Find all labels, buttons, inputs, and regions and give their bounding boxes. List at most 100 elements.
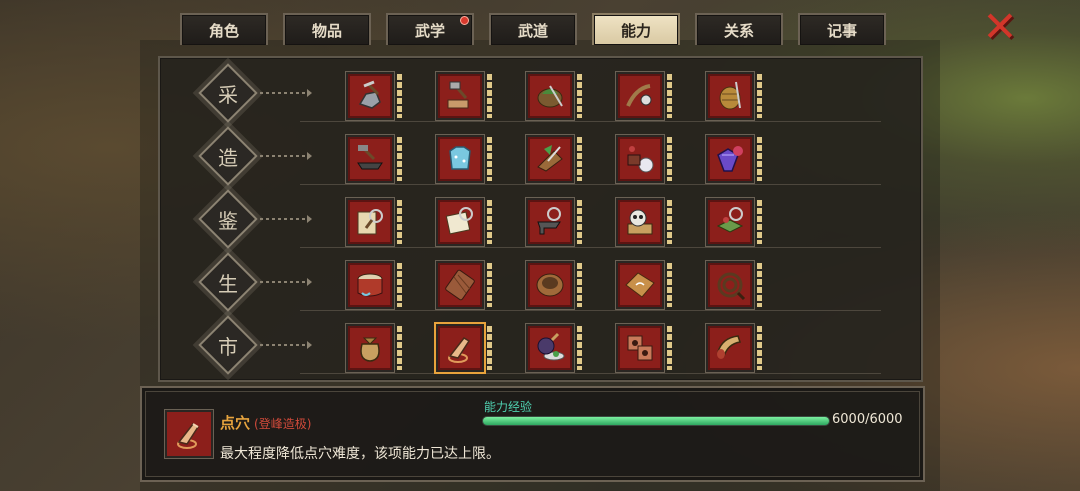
skill-slot[interactable] xyxy=(526,198,584,248)
skill-level-bar xyxy=(667,137,672,181)
skill-level-bar xyxy=(667,263,672,307)
fishing-icon xyxy=(616,72,664,120)
forging-icon xyxy=(346,135,394,183)
skill-level-bar xyxy=(577,200,582,244)
anvil-appraisal-icon xyxy=(526,198,574,246)
skill-slot[interactable] xyxy=(436,261,494,311)
skill-row: 鉴 xyxy=(160,188,921,250)
ability-grid-panel: 采造鉴生市 xyxy=(158,56,923,382)
skill-row: 市 xyxy=(160,314,921,376)
skill-description: 最大程度降低点穴难度，该项能力已达上限。 xyxy=(220,446,500,462)
skill-slot[interactable] xyxy=(706,72,764,122)
tab-label: 物品 xyxy=(311,21,342,40)
skill-row: 生 xyxy=(160,251,921,313)
exp-progress-fill xyxy=(483,417,829,425)
skull-appraisal-icon xyxy=(616,198,664,246)
acupoint-finger-icon xyxy=(436,324,484,372)
tab-5[interactable]: 关系 xyxy=(695,13,783,45)
gem-crafting-icon xyxy=(706,135,754,183)
category-label: 生 xyxy=(218,271,238,296)
skill-slot[interactable] xyxy=(706,261,764,311)
skill-slot[interactable] xyxy=(526,135,584,185)
tab-2[interactable]: 武学 xyxy=(386,13,474,45)
skill-slot[interactable] xyxy=(616,198,674,248)
skill-slot[interactable] xyxy=(436,135,494,185)
skill-slot[interactable] xyxy=(706,198,764,248)
skill-slot[interactable] xyxy=(436,324,494,374)
skill-level-bar xyxy=(397,263,402,307)
exp-progress-bar xyxy=(482,416,830,426)
skill-slot[interactable] xyxy=(346,324,404,374)
skill-level-bar xyxy=(667,74,672,118)
skill-row: 造 xyxy=(160,125,921,187)
document-appraisal-icon xyxy=(436,198,484,246)
skill-name: 点穴 xyxy=(220,414,251,432)
tab-label: 武学 xyxy=(414,21,445,40)
skill-level-bar xyxy=(487,74,492,118)
tailoring-icon xyxy=(436,135,484,183)
basket-icon xyxy=(526,261,574,309)
exp-value: 6000/6000 xyxy=(832,412,903,427)
tab-bar: 角色 物品 武学 武道 能力 关系 记事 xyxy=(180,13,886,45)
skill-slot[interactable] xyxy=(526,324,584,374)
skill-level-bar xyxy=(757,263,762,307)
skill-level-bar xyxy=(397,137,402,181)
skill-slot[interactable] xyxy=(346,72,404,122)
skill-slot[interactable] xyxy=(706,135,764,185)
horn-icon xyxy=(706,324,754,372)
category-label: 造 xyxy=(218,145,238,170)
dotted-arrow xyxy=(260,341,312,349)
drum-icon xyxy=(346,261,394,309)
skill-level-bar xyxy=(757,326,762,370)
chopping-board-icon xyxy=(436,261,484,309)
skill-slot[interactable] xyxy=(526,72,584,122)
whip-icon xyxy=(706,261,754,309)
skill-title: 点穴 (登峰造极) xyxy=(220,412,311,433)
tab-1[interactable]: 物品 xyxy=(283,13,371,45)
skill-slot[interactable] xyxy=(706,324,764,374)
scroll-appraisal-icon xyxy=(346,198,394,246)
skill-level-bar xyxy=(667,200,672,244)
skill-slot[interactable] xyxy=(616,324,674,374)
money-bag-icon xyxy=(346,324,394,372)
woodcutting-icon xyxy=(436,72,484,120)
skill-slot[interactable] xyxy=(616,135,674,185)
tab-4[interactable]: 能力 xyxy=(592,13,680,45)
item-appraisal-icon xyxy=(706,198,754,246)
dotted-arrow xyxy=(260,89,312,97)
skill-level-bar xyxy=(487,263,492,307)
close-x-icon[interactable]: ✕ xyxy=(980,6,1020,48)
skill-level-bar xyxy=(577,137,582,181)
skill-rank: (登峰造极) xyxy=(254,417,312,431)
skill-slot[interactable] xyxy=(616,72,674,122)
skill-level-bar xyxy=(577,263,582,307)
skill-slot[interactable] xyxy=(526,261,584,311)
tab-0[interactable]: 角色 xyxy=(180,13,268,45)
tab-3[interactable]: 武道 xyxy=(489,13,577,45)
category-label: 采 xyxy=(218,82,238,107)
skill-slot[interactable] xyxy=(436,72,494,122)
skill-slot[interactable] xyxy=(436,198,494,248)
skill-level-bar xyxy=(487,326,492,370)
category-label: 鉴 xyxy=(218,208,238,233)
skill-slot[interactable] xyxy=(346,135,404,185)
skill-level-bar xyxy=(757,200,762,244)
tab-label: 武道 xyxy=(517,21,548,40)
potion-icon xyxy=(526,324,574,372)
skill-level-bar xyxy=(577,74,582,118)
dotted-arrow xyxy=(260,215,312,223)
weaving-icon xyxy=(706,72,754,120)
skill-level-bar xyxy=(397,74,402,118)
skill-slot[interactable] xyxy=(346,261,404,311)
tab-label: 关系 xyxy=(723,21,754,40)
acupoint-finger-icon xyxy=(165,410,213,458)
skill-slot[interactable] xyxy=(616,261,674,311)
exp-label: 能力经验 xyxy=(484,400,533,414)
tab-label: 记事 xyxy=(826,21,857,40)
tab-label: 能力 xyxy=(620,21,651,40)
skill-slot[interactable] xyxy=(346,198,404,248)
tab-6[interactable]: 记事 xyxy=(798,13,886,45)
skill-level-bar xyxy=(757,137,762,181)
skill-level-bar xyxy=(577,326,582,370)
alchemy-icon xyxy=(616,135,664,183)
